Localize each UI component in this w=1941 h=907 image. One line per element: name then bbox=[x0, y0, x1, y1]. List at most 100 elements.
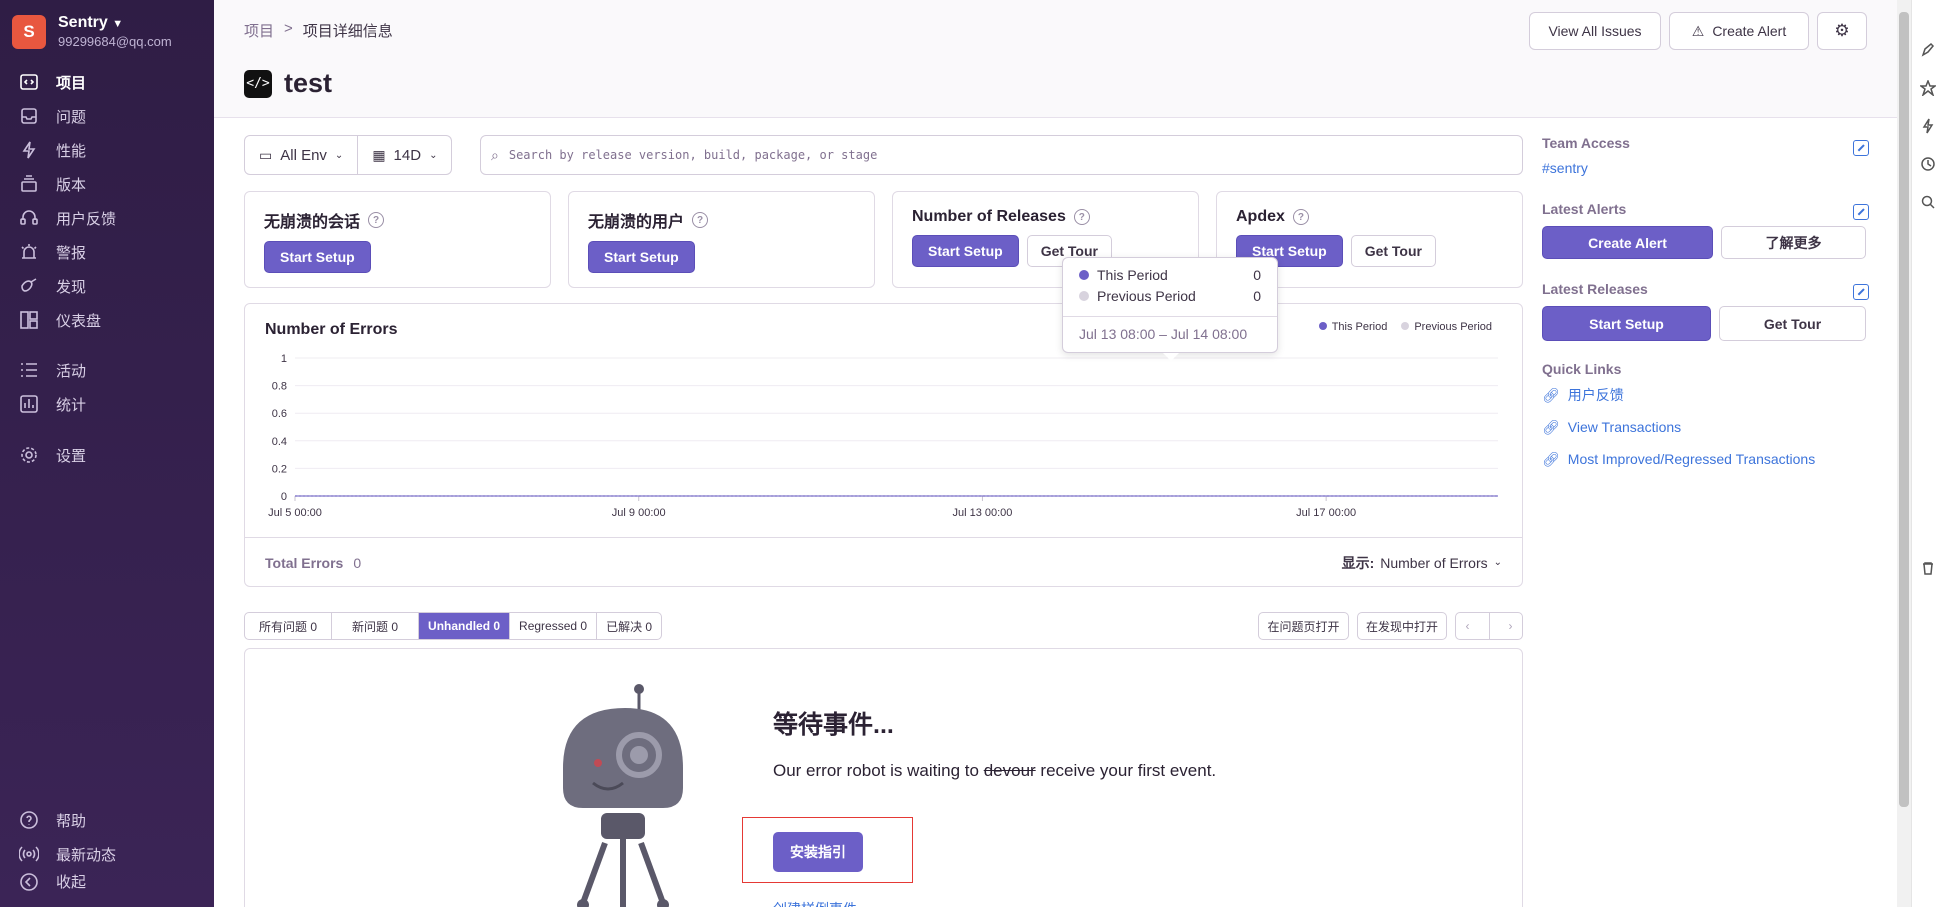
tab-regressed[interactable]: Regressed 0 bbox=[510, 613, 598, 639]
pen-icon[interactable] bbox=[1920, 42, 1936, 58]
issue-filter-tabs: 所有问题 0 新问题 0 Unhandled 0 Regressed 0 已解决… bbox=[244, 612, 663, 640]
chart-tooltip: This Period 0 Previous Period 0 Jul 13 0… bbox=[1062, 257, 1278, 361]
tooltip-dot bbox=[1079, 270, 1089, 280]
link-icon: 🔗︎ bbox=[1542, 386, 1560, 403]
chevron-down-icon: ⌄ bbox=[1493, 557, 1502, 568]
team-link[interactable]: #sentry bbox=[1542, 160, 1872, 176]
y-tick-label: 0.6 bbox=[272, 408, 287, 420]
help-icon[interactable]: ? bbox=[1073, 209, 1090, 225]
help-icon[interactable]: ? bbox=[1292, 209, 1309, 225]
lightning-icon[interactable] bbox=[1920, 118, 1936, 134]
tab-new-issues[interactable]: 新问题 0 bbox=[332, 613, 420, 639]
sidebar-nav: 项目 问题 性能 版本 用户反馈 警报 发现 仪表盘 bbox=[0, 65, 214, 337]
search-input[interactable] bbox=[508, 148, 1469, 162]
create-alert-button[interactable]: Create Alert bbox=[1542, 226, 1713, 259]
sidebar-item-label: 收起 bbox=[56, 874, 87, 891]
start-setup-button[interactable]: Start Setup bbox=[264, 241, 371, 273]
card-title: 无崩溃的会话 bbox=[264, 214, 361, 231]
project-name: test bbox=[284, 68, 333, 98]
pagination: ‹ › bbox=[1455, 612, 1523, 640]
tab-unhandled[interactable]: Unhandled 0 bbox=[419, 613, 511, 639]
issues-icon bbox=[18, 105, 40, 127]
org-name: Sentry bbox=[58, 14, 108, 31]
breadcrumb-projects[interactable]: 项目 bbox=[244, 20, 274, 41]
quick-link-view-transactions[interactable]: 🔗︎ View Transactions bbox=[1542, 411, 1872, 443]
project-settings-button[interactable]: ⚙ bbox=[1817, 12, 1867, 50]
sidebar-item-label: 仪表盘 bbox=[56, 312, 102, 330]
help-icon[interactable]: ? bbox=[368, 212, 385, 228]
open-external-icon[interactable] bbox=[1853, 204, 1869, 220]
latest-releases-section: Latest Releases Start Setup Get Tour bbox=[1542, 281, 1872, 361]
quick-link-most-improved[interactable]: 🔗︎ Most Improved/Regressed Transactions bbox=[1542, 443, 1872, 475]
display-selector[interactable]: 显示: Number of Errors ⌄ bbox=[1342, 553, 1502, 573]
open-in-discover-button[interactable]: 在发现中打开 bbox=[1357, 612, 1447, 640]
start-setup-button[interactable]: Start Setup bbox=[588, 241, 695, 273]
sidebar: S Sentry ▼ 99299684@qq.com 项目 问题 性能 版本 用… bbox=[0, 0, 214, 907]
sidebar-item-settings[interactable]: 设置 bbox=[0, 438, 214, 472]
open-in-issues-button[interactable]: 在问题页打开 bbox=[1258, 612, 1349, 640]
sidebar-item-whats-new[interactable]: 最新动态 bbox=[0, 837, 214, 871]
siren-icon: ⚠ bbox=[1691, 22, 1705, 39]
release-search: ⌕ bbox=[480, 135, 1523, 175]
open-external-icon[interactable] bbox=[1853, 140, 1869, 156]
user-feedback-icon bbox=[18, 207, 40, 229]
sidebar-item-label: 问题 bbox=[56, 108, 87, 126]
sidebar-item-label: 最新动态 bbox=[56, 846, 117, 864]
sidebar-item-label: 设置 bbox=[56, 447, 87, 465]
get-tour-button[interactable]: Get Tour bbox=[1719, 306, 1866, 341]
chevron-left-icon[interactable]: ‹ bbox=[1466, 619, 1470, 633]
sidebar-item-stats[interactable]: 统计 bbox=[0, 387, 214, 421]
create-alert-button[interactable]: ⚠ Create Alert bbox=[1669, 12, 1809, 50]
collapse-icon bbox=[18, 871, 40, 891]
sidebar-item-label: 发现 bbox=[56, 278, 87, 296]
search-icon[interactable] bbox=[1920, 194, 1936, 210]
sidebar-item-projects[interactable]: 项目 bbox=[0, 65, 214, 99]
environment-selector[interactable]: ▭ All Env ⌄ bbox=[244, 135, 359, 175]
errors-chart[interactable]: 1 0.8 0.6 0.4 0.2 0 Jul 5 00:00 Jul 9 00:00 Jul … bbox=[245, 304, 1522, 536]
trash-icon[interactable] bbox=[1920, 560, 1936, 576]
start-setup-button[interactable]: Start Setup bbox=[912, 235, 1019, 267]
chevron-right-icon[interactable]: › bbox=[1509, 619, 1513, 633]
sidebar-item-activity[interactable]: 活动 bbox=[0, 353, 214, 387]
open-external-icon[interactable] bbox=[1853, 284, 1869, 300]
empty-state-description: Our error robot is waiting to devour rec… bbox=[773, 761, 1217, 780]
platform-icon: </> bbox=[244, 69, 272, 98]
sidebar-item-dashboards[interactable]: 仪表盘 bbox=[0, 303, 214, 337]
tab-resolved[interactable]: 已解决 0 bbox=[597, 613, 661, 639]
total-errors-label: Total Errors bbox=[265, 554, 344, 571]
view-all-issues-button[interactable]: View All Issues bbox=[1529, 12, 1661, 50]
chevron-down-icon: ⌄ bbox=[334, 149, 344, 161]
sidebar-nav-bottom: 帮助 最新动态 收起 bbox=[0, 803, 214, 891]
history-icon[interactable] bbox=[1920, 156, 1936, 172]
activity-icon bbox=[18, 359, 40, 381]
chevron-down-icon: ▼ bbox=[112, 18, 124, 30]
sidebar-item-collapse[interactable]: 收起 bbox=[0, 871, 214, 891]
learn-more-button[interactable]: 了解更多 bbox=[1721, 226, 1866, 259]
card-title: 无崩溃的用户 bbox=[588, 214, 685, 231]
star-icon[interactable] bbox=[1920, 80, 1936, 96]
card-title: Apdex bbox=[1236, 208, 1285, 225]
breadcrumb-separator: > bbox=[284, 20, 293, 37]
date-range-selector[interactable]: ▦ 14D ⌄ bbox=[358, 135, 453, 175]
browser-side-toolbar bbox=[1911, 0, 1941, 907]
help-icon[interactable]: ? bbox=[692, 212, 709, 228]
sidebar-item-help[interactable]: 帮助 bbox=[0, 803, 214, 837]
sidebar-item-alerts[interactable]: 警报 bbox=[0, 235, 214, 269]
sidebar-item-issues[interactable]: 问题 bbox=[0, 99, 214, 133]
get-tour-button[interactable]: Get Tour bbox=[1350, 235, 1436, 267]
tab-all-issues[interactable]: 所有问题 0 bbox=[245, 613, 333, 639]
start-setup-button[interactable]: Start Setup bbox=[1542, 306, 1711, 341]
y-tick-label: 0.4 bbox=[272, 436, 287, 448]
sidebar-item-performance[interactable]: 性能 bbox=[0, 133, 214, 167]
scrollbar-thumb[interactable] bbox=[1899, 12, 1909, 807]
create-sample-event-link[interactable]: 创建样例事件 bbox=[773, 899, 857, 907]
org-switcher[interactable]: S Sentry ▼ 99299684@qq.com bbox=[12, 14, 172, 49]
alerts-icon bbox=[18, 241, 40, 263]
quick-link-user-feedback[interactable]: 🔗︎ 用户反馈 bbox=[1542, 379, 1872, 411]
breadcrumb-current: 项目详细信息 bbox=[302, 23, 393, 40]
annotation-highlight-box bbox=[742, 817, 913, 883]
sidebar-item-discover[interactable]: 发现 bbox=[0, 269, 214, 303]
sidebar-item-user-feedback[interactable]: 用户反馈 bbox=[0, 201, 214, 235]
sidebar-item-releases[interactable]: 版本 bbox=[0, 167, 214, 201]
y-tick-label: 0.2 bbox=[272, 463, 287, 475]
